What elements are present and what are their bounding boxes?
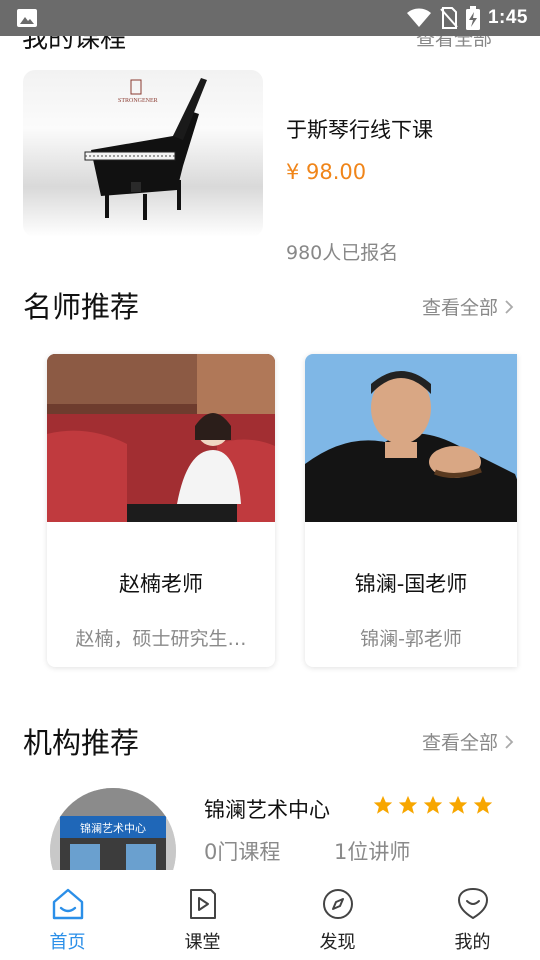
teacher-photo bbox=[47, 354, 275, 522]
org-rating-stars bbox=[372, 794, 494, 816]
battery-charging-icon bbox=[465, 6, 480, 30]
profile-smile-icon bbox=[457, 888, 488, 919]
course-enrolled-count: 980人已报名 bbox=[286, 242, 399, 264]
clock: 1:45 bbox=[487, 7, 528, 28]
my-courses-section-title: 我的课程 bbox=[22, 36, 127, 54]
star-icon bbox=[448, 795, 468, 814]
teacher-description: 锦澜-郭老师 bbox=[360, 628, 462, 650]
teachers-see-all[interactable]: 查看全部 bbox=[422, 293, 514, 320]
org-logo[interactable]: 锦澜艺术中心 bbox=[50, 788, 176, 870]
teacher-card[interactable]: 赵楠老师 赵楠，硕士研究生… bbox=[47, 354, 275, 667]
orgs-see-all[interactable]: 查看全部 bbox=[422, 728, 514, 755]
course-title: 于斯琴行线下课 bbox=[286, 118, 433, 142]
course-card[interactable]: STRONGENER 于斯琴行线下课 ¥ 98.00 980人已报名 bbox=[0, 70, 540, 264]
classroom-play-icon bbox=[189, 889, 216, 919]
nav-classroom[interactable]: 课堂 bbox=[135, 870, 270, 960]
home-icon bbox=[52, 888, 83, 920]
see-all-label: 查看全部 bbox=[421, 732, 498, 754]
orgs-section-title: 机构推荐 bbox=[23, 726, 140, 760]
gallery-icon bbox=[17, 9, 37, 27]
teachers-section-title: 名师推荐 bbox=[23, 290, 140, 324]
teacher-name: 锦澜-国老师 bbox=[354, 572, 468, 596]
org-logo-text: 锦澜艺术中心 bbox=[80, 821, 146, 835]
chevron-right-icon bbox=[505, 299, 514, 314]
course-price: ¥ 98.00 bbox=[286, 160, 367, 184]
grand-piano-image: STRONGENER bbox=[84, 78, 207, 220]
teacher-card[interactable]: 锦澜-国老师 锦澜-郭老师 bbox=[305, 354, 517, 667]
nav-discover-label: 发现 bbox=[319, 932, 356, 953]
teacher-name: 赵楠老师 bbox=[119, 572, 203, 596]
bottom-navigation: 首页 课堂 发现 我的 bbox=[0, 870, 540, 960]
wifi-icon bbox=[406, 8, 431, 27]
teacher-description: 赵楠，硕士研究生… bbox=[75, 628, 247, 650]
home-scroll-content[interactable]: 我的课程 查看全部 STRONGENER 于斯琴行线下课 ¥ 98.00 980… bbox=[0, 36, 540, 870]
course-thumbnail: STRONGENER bbox=[23, 70, 263, 237]
status-icons: 1:45 bbox=[406, 6, 528, 30]
piano-brand-text: STRONGENER bbox=[118, 98, 158, 104]
compass-icon bbox=[322, 889, 353, 919]
teacher-photo bbox=[305, 354, 517, 522]
see-all-label: 查看全部 bbox=[421, 297, 498, 319]
star-icon bbox=[398, 795, 418, 814]
org-teacher-count: 1位讲师 bbox=[334, 840, 411, 864]
no-sim-icon bbox=[440, 7, 458, 29]
status-bar: 1:45 bbox=[0, 0, 540, 36]
nav-home-label: 首页 bbox=[49, 932, 86, 953]
org-name: 锦澜艺术中心 bbox=[204, 798, 330, 822]
star-icon bbox=[423, 795, 443, 814]
star-icon bbox=[473, 795, 493, 814]
nav-profile[interactable]: 我的 bbox=[405, 870, 540, 960]
star-icon bbox=[373, 795, 393, 814]
chevron-right-icon bbox=[505, 734, 514, 749]
org-course-count: 0门课程 bbox=[204, 840, 281, 864]
nav-discover[interactable]: 发现 bbox=[270, 870, 405, 960]
my-courses-see-all[interactable]: 查看全部 bbox=[416, 36, 492, 51]
nav-classroom-label: 课堂 bbox=[184, 932, 221, 953]
nav-profile-label: 我的 bbox=[454, 932, 491, 953]
nav-home[interactable]: 首页 bbox=[0, 870, 135, 960]
